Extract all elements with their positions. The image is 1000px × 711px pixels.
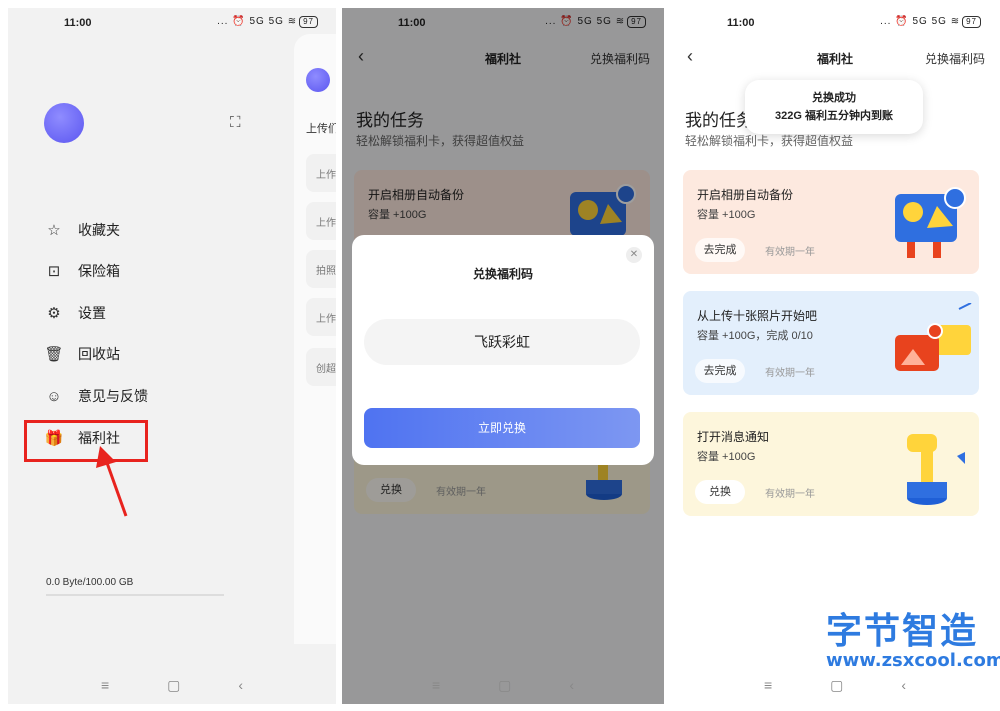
validity-text: 有效期一年: [765, 247, 815, 258]
upload-photos-icon: [895, 303, 972, 371]
press-button-icon: [907, 434, 965, 505]
nav-back-button[interactable]: ‹: [569, 677, 574, 693]
toast-title: 兑换成功: [812, 92, 856, 104]
storage-usage: 0.0 Byte/100.00 GB: [46, 577, 134, 588]
safe-icon: ⊡: [47, 263, 61, 280]
nav-menu-button[interactable]: ≡: [101, 677, 109, 693]
task-card-backup: 开启相册自动备份 容量 +100G 去完成 有效期一年: [683, 170, 979, 274]
peek-card: 创超: [306, 348, 336, 386]
menu-item-settings[interactable]: ⚙ 设置: [44, 301, 106, 325]
close-icon[interactable]: ✕: [626, 247, 642, 263]
complete-button[interactable]: 去完成: [695, 238, 745, 262]
status-bar: 11:00 ... ⏰ 5G 5G ≋ 97: [8, 8, 336, 38]
background-page-peek: 上传们 上作 上作 拍照 上作 创超: [294, 34, 336, 644]
system-nav-bar: ≡ ▢ ‹: [671, 666, 999, 704]
gear-icon: ⚙: [47, 305, 61, 322]
avatar[interactable]: [44, 103, 84, 143]
redeem-code-input[interactable]: 飞跃彩虹: [364, 319, 640, 365]
nav-menu-button[interactable]: ≡: [764, 677, 772, 693]
task-card-upload: 从上传十张照片开始吧 容量 +100G，完成 0/10 去完成 有效期一年: [683, 291, 979, 395]
task-card-notify: 打开消息通知 容量 +100G 兑换 有效期一年: [683, 412, 979, 516]
scan-icon[interactable]: ⛶: [230, 114, 241, 131]
success-toast: 兑换成功 322G 福利五分钟内到账: [745, 80, 923, 134]
peek-card: 上作: [306, 298, 336, 336]
menu-item-label: 设置: [78, 305, 106, 321]
nav-home-button[interactable]: ▢: [830, 677, 843, 694]
redeem-dialog: 兑换福利码 ✕ 飞跃彩虹 立即兑换: [352, 235, 654, 465]
nav-back-button[interactable]: ‹: [901, 677, 906, 693]
task-reward: 容量 +100G: [697, 451, 756, 463]
validity-text: 有效期一年: [765, 368, 815, 379]
status-icons: ... ⏰ 5G 5G ≋ 97: [880, 16, 981, 28]
nav-home-button[interactable]: ▢: [167, 677, 180, 694]
validity-text: 有效期一年: [765, 489, 815, 500]
watermark-text: 字节智造: [826, 611, 979, 652]
menu-item-feedback[interactable]: ☺ 意见与反馈: [44, 384, 148, 408]
panel-redeem-dialog: 11:00 ... ⏰ 5G 5G ≋ 97 ‹ 福利社 兑换福利码 我的任务 轻…: [342, 8, 664, 704]
watermark-logo: 字节智造 www.zsxcool.com: [826, 602, 1000, 671]
task-reward: 容量 +100G: [697, 209, 756, 221]
photo-album-icon: [895, 187, 966, 258]
panel-side-menu: 11:00 ... ⏰ 5G 5G ≋ 97 ⛶ ☆ 收藏夹 ⊡ 保险箱 ⚙ 设置…: [8, 8, 336, 704]
battery-icon: 97: [299, 16, 318, 28]
system-nav-bar: ≡ ▢ ‹: [8, 666, 336, 704]
menu-item-recycle-bin[interactable]: 🗑 回收站: [44, 342, 120, 366]
peek-avatar: [306, 68, 330, 92]
peek-card: 上作: [306, 202, 336, 240]
task-reward: 容量 +100G，完成 0/10: [697, 330, 813, 342]
task-title: 打开消息通知: [697, 430, 770, 444]
task-title: 从上传十张照片开始吧: [697, 309, 818, 323]
status-time: 11:00: [64, 17, 92, 29]
dialog-title: 兑换福利码: [472, 267, 533, 281]
watermark-url: www.zsxcool.com: [826, 650, 1000, 671]
feedback-icon: ☺: [46, 387, 62, 405]
status-icons: ... ⏰ 5G 5G ≋ 97: [217, 16, 318, 28]
status-bar: 11:00 ... ⏰ 5G 5G ≋ 97: [671, 8, 999, 38]
nav-back-button[interactable]: ‹: [238, 677, 243, 693]
redeem-code-link[interactable]: 兑换福利码: [925, 50, 985, 67]
menu-item-safe[interactable]: ⊡ 保险箱: [44, 259, 120, 283]
system-nav-bar: ≡ ▢ ‹: [342, 666, 664, 704]
nav-home-button[interactable]: ▢: [498, 677, 511, 694]
panel-redeem-success: 11:00 ... ⏰ 5G 5G ≋ 97 ‹ 福利社 兑换福利码 我的任务 轻…: [671, 8, 999, 704]
peek-card: 拍照: [306, 250, 336, 288]
red-arrow-annotation: [96, 446, 128, 517]
nav-menu-button[interactable]: ≡: [432, 677, 440, 693]
peek-card: 上作: [306, 154, 336, 192]
menu-item-label: 意见与反馈: [78, 388, 148, 404]
menu-item-label: 保险箱: [78, 263, 120, 279]
battery-icon: 97: [962, 16, 981, 28]
menu-item-favorites[interactable]: ☆ 收藏夹: [44, 218, 120, 242]
task-title: 开启相册自动备份: [697, 188, 794, 202]
menu-item-label: 收藏夹: [78, 222, 120, 238]
redeem-now-button[interactable]: 立即兑换: [364, 408, 640, 448]
redeem-button[interactable]: 兑换: [695, 480, 745, 504]
peek-label: 上传们: [306, 123, 336, 135]
star-icon: ☆: [47, 222, 61, 239]
tasks-heading: 我的任务: [685, 111, 753, 130]
status-time: 11:00: [727, 17, 755, 29]
trash-icon: 🗑: [44, 346, 64, 363]
menu-item-label: 回收站: [78, 346, 120, 362]
complete-button[interactable]: 去完成: [695, 359, 745, 383]
toast-message: 322G 福利五分钟内到账: [775, 110, 893, 122]
header-bar: ‹ 福利社 兑换福利码: [671, 46, 999, 72]
storage-bar: [46, 594, 224, 596]
tasks-subheading: 轻松解锁福利卡，获得超值权益: [685, 134, 854, 148]
